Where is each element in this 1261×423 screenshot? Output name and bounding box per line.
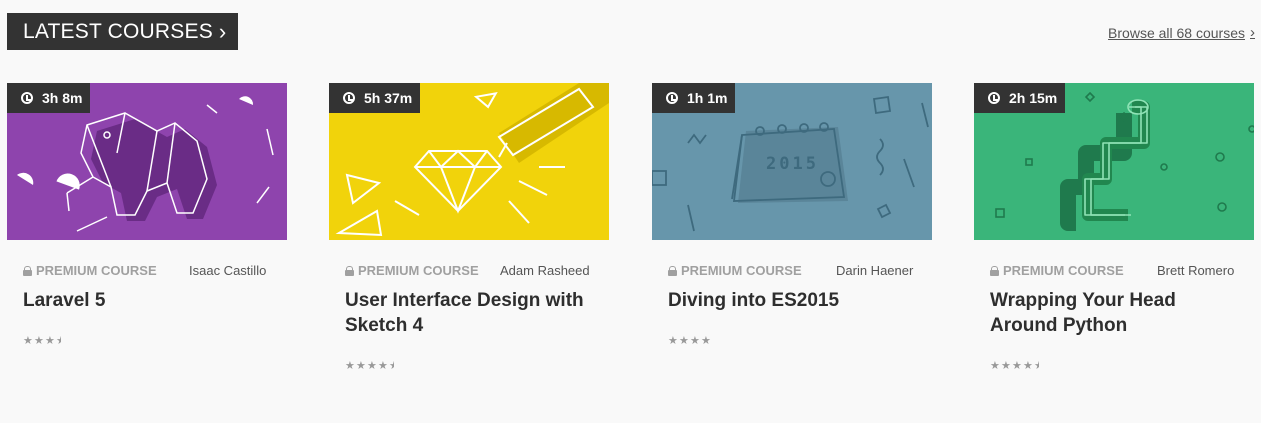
duration-badge: 1h 1m	[652, 83, 736, 113]
star-icon: ★	[679, 335, 689, 347]
course-title[interactable]: Wrapping Your Head Around Python	[990, 288, 1245, 338]
lock-icon	[345, 265, 354, 276]
course-thumbnail[interactable]: 2h 15m	[974, 83, 1254, 240]
star-icon: ★	[690, 335, 700, 347]
star-icon: ★	[378, 360, 388, 372]
latest-courses-heading[interactable]: LATEST COURSES ›	[7, 13, 238, 50]
star-icon: ★	[1034, 360, 1044, 372]
star-icon: ★	[34, 335, 44, 347]
chevron-right-icon: ›	[218, 18, 227, 44]
calendar-year: 2015	[766, 154, 819, 174]
course-thumbnail[interactable]: 2015 1h 1m	[652, 83, 932, 240]
star-icon: ★	[701, 335, 711, 347]
course-thumbnail[interactable]: 3h 8m	[7, 83, 287, 240]
star-icon: ★	[668, 335, 678, 347]
star-icon: ★	[990, 360, 1000, 372]
rating-stars: ★ ★ ★ ★ ★	[990, 360, 1045, 372]
course-author[interactable]: Darin Haener	[836, 263, 913, 278]
star-icon: ★	[345, 360, 355, 372]
duration-badge: 5h 37m	[329, 83, 421, 113]
star-icon: ★	[389, 360, 399, 372]
star-icon: ★	[1023, 360, 1033, 372]
rating-stars: ★ ★ ★ ★	[23, 335, 78, 347]
star-icon: ★	[1001, 360, 1011, 372]
clock-icon	[343, 92, 355, 104]
browse-all-courses-link[interactable]: Browse all 68 courses ›	[1108, 24, 1255, 41]
duration-badge: 3h 8m	[7, 83, 91, 113]
clock-icon	[666, 92, 678, 104]
premium-badge: PREMIUM COURSE	[990, 263, 1124, 278]
star-icon	[712, 336, 722, 346]
course-author[interactable]: Adam Rasheed	[500, 263, 590, 278]
course-title[interactable]: Laravel 5	[23, 288, 278, 313]
star-icon	[67, 336, 77, 346]
premium-badge: PREMIUM COURSE	[668, 263, 802, 278]
clock-icon	[988, 92, 1000, 104]
premium-badge: PREMIUM COURSE	[23, 263, 157, 278]
star-icon: ★	[367, 360, 377, 372]
lock-icon	[23, 265, 32, 276]
star-icon: ★	[56, 335, 66, 347]
latest-courses-label: LATEST COURSES	[23, 19, 213, 43]
course-card[interactable]: 2015 1h 1m PREMIUM COURSE Darin Haener D…	[652, 83, 932, 403]
star-icon: ★	[356, 360, 366, 372]
lock-icon	[668, 265, 677, 276]
star-icon: ★	[1012, 360, 1022, 372]
rating-stars: ★ ★ ★ ★	[668, 335, 723, 347]
course-author[interactable]: Isaac Castillo	[189, 263, 266, 278]
star-icon: ★	[45, 335, 55, 347]
star-icon: ★	[23, 335, 33, 347]
chevron-right-icon: ›	[1250, 24, 1255, 41]
course-title[interactable]: Diving into ES2015	[668, 288, 923, 313]
premium-badge: PREMIUM COURSE	[345, 263, 479, 278]
course-thumbnail[interactable]: 5h 37m	[329, 83, 609, 240]
browse-all-label: Browse all 68 courses	[1108, 24, 1245, 41]
course-card[interactable]: 2h 15m PREMIUM COURSE Brett Romero Wrapp…	[974, 83, 1254, 403]
course-author[interactable]: Brett Romero	[1157, 263, 1234, 278]
rating-stars: ★ ★ ★ ★ ★	[345, 360, 400, 372]
course-title[interactable]: User Interface Design with Sketch 4	[345, 288, 600, 338]
clock-icon	[21, 92, 33, 104]
lock-icon	[990, 265, 999, 276]
course-card[interactable]: 5h 37m PREMIUM COURSE Adam Rasheed User …	[329, 83, 609, 403]
course-card[interactable]: 3h 8m PREMIUM COURSE Isaac Castillo Lara…	[7, 83, 287, 403]
duration-badge: 2h 15m	[974, 83, 1066, 113]
